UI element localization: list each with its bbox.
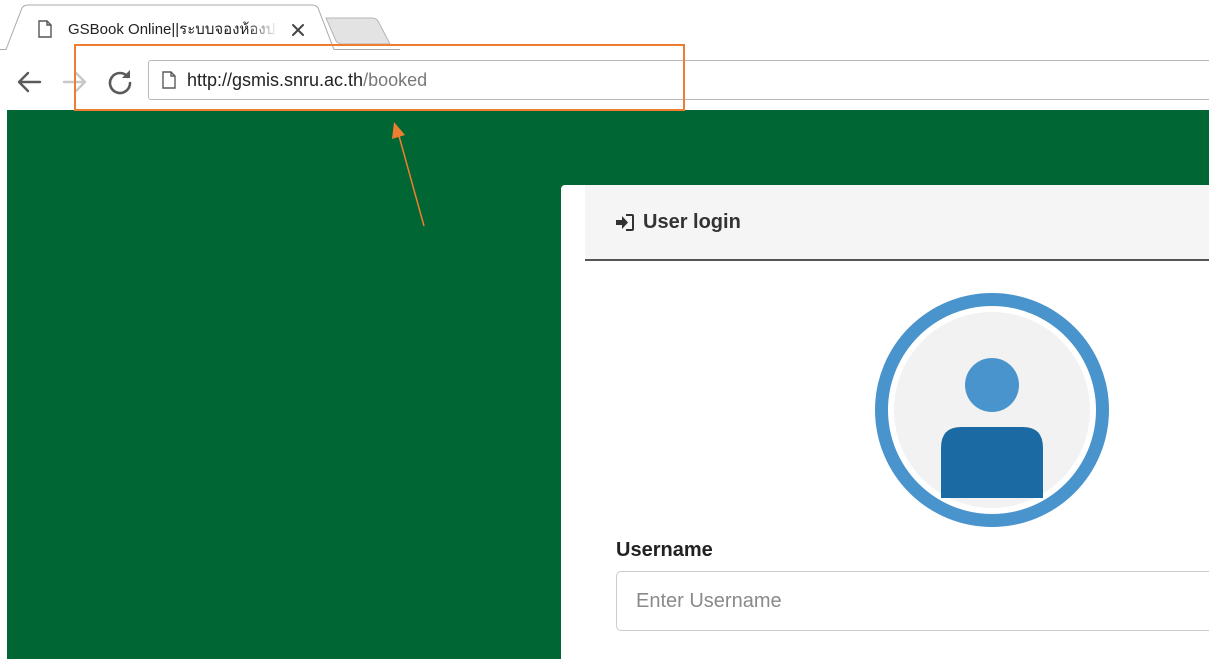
username-label: Username <box>616 539 713 561</box>
screenshot-frame: GSBook Online||ระบบจองห้องประชุม http://… <box>0 0 1209 659</box>
url-host: http://gsmis.snru.ac.th <box>187 70 364 90</box>
new-tab-button[interactable] <box>324 16 394 46</box>
username-input[interactable] <box>616 571 1209 631</box>
login-card: User login Username <box>561 185 1209 659</box>
tab-strip: GSBook Online||ระบบจองห้องประชุม <box>0 0 1209 50</box>
document-icon <box>38 20 52 38</box>
login-card-header: User login <box>585 185 1209 261</box>
close-icon[interactable] <box>288 20 308 40</box>
browser-toolbar: http://gsmis.snru.ac.th/booked <box>0 50 1209 110</box>
reload-icon[interactable] <box>106 68 134 96</box>
tab-title: GSBook Online||ระบบจองห้องประชุม <box>68 21 278 38</box>
page-icon <box>162 71 176 89</box>
back-arrow-icon[interactable] <box>16 70 42 94</box>
forward-arrow-icon[interactable] <box>62 70 88 94</box>
address-bar[interactable]: http://gsmis.snru.ac.th/booked <box>148 60 1209 100</box>
sign-in-icon <box>616 214 634 231</box>
card-title: User login <box>643 211 741 233</box>
page-background: User login Username <box>7 110 1209 659</box>
url-text[interactable]: http://gsmis.snru.ac.th/booked <box>187 61 427 99</box>
url-path: /booked <box>363 70 428 90</box>
user-avatar-icon <box>875 293 1109 527</box>
